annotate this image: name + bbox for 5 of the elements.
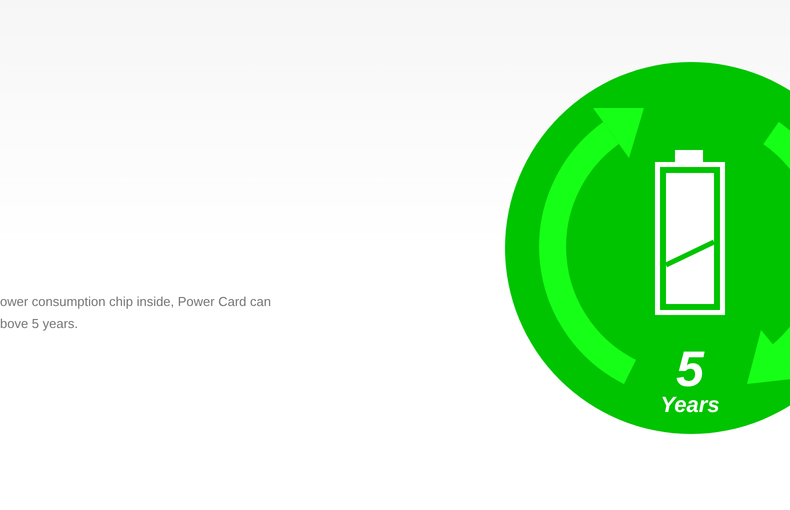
battery-icon	[655, 150, 725, 315]
curved-arrow-icon	[539, 108, 644, 384]
curved-arrow-icon	[747, 122, 790, 384]
description-text: bove 5 years.	[0, 315, 78, 333]
description-text: ower consumption chip inside, Power Card can	[0, 293, 271, 311]
